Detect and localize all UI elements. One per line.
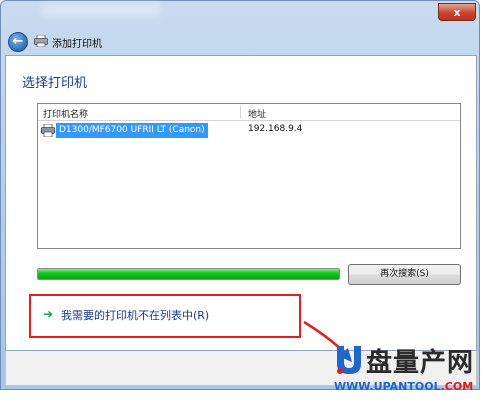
watermark-url-prefix: WWW.UPANTOOL (334, 380, 441, 393)
page-title: 选择打印机 (22, 76, 88, 91)
list-header: 打印机名称 地址 (38, 104, 460, 121)
back-arrow-icon[interactable]: ← (8, 32, 28, 52)
search-again-button[interactable]: 再次搜索(S) (348, 264, 461, 285)
watermark-url: WWW.UPANTOOL.COM (334, 380, 473, 393)
titlebar-glare (41, 3, 161, 17)
progress-fill (38, 269, 339, 279)
printer-list[interactable]: 打印机名称 地址 D1300/MF6700 UFRII LT (Canon) 1… (37, 103, 461, 249)
printer-icon (34, 35, 48, 47)
add-printer-window: x ← 添加打印机 选择打印机 打印机名称 地址 D1300/MF6700 UF… (0, 0, 480, 390)
column-header-name[interactable]: 打印机名称 (43, 107, 88, 120)
window-title: 添加打印机 (52, 39, 102, 50)
watermark-url-suffix: .COM (440, 380, 474, 393)
u-disk-logo-icon (337, 346, 361, 374)
close-button[interactable]: x (438, 3, 476, 21)
highlight-box: ➜ 我需要的打印机不在列表中(R) (29, 294, 301, 338)
column-header-address[interactable]: 地址 (248, 107, 266, 120)
printer-icon (41, 124, 55, 137)
watermark-text: 盘量产网 (366, 348, 475, 378)
green-arrow-icon: ➜ (43, 307, 54, 321)
wizard-content: 选择打印机 打印机名称 地址 D1300/MF6700 UFRII LT (Ca… (5, 55, 477, 351)
nav-bar: ← 添加打印机 (5, 29, 477, 55)
watermark-logo: 盘量产网 WWW.UPANTOOL.COM (330, 342, 485, 398)
printer-address: 192.168.9.4 (248, 124, 303, 134)
printer-row[interactable]: D1300/MF6700 UFRII LT (Canon) 192.168.9.… (40, 123, 460, 139)
printer-name[interactable]: D1300/MF6700 UFRII LT (Canon) (56, 123, 208, 138)
search-progress-bar (37, 268, 340, 280)
column-divider[interactable] (240, 106, 241, 119)
printer-not-listed-link[interactable]: 我需要的打印机不在列表中(R) (61, 307, 209, 323)
